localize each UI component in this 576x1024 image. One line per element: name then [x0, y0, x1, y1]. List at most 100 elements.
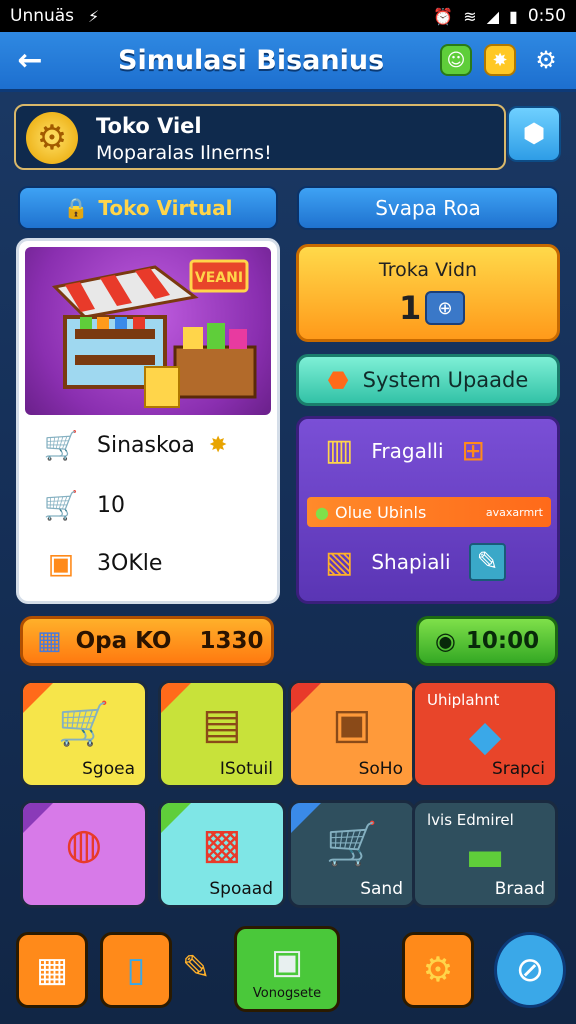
box-icon: ▧: [325, 544, 354, 580]
store-card[interactable]: VEANI 🛒 Sinaskoa ✸ 🛒 10 ▣ 3OKle: [16, 238, 280, 604]
tile-isotuil[interactable]: ▤ ISotuil: [158, 680, 286, 788]
info-banner: ⚙ Toko Viel Moparalas Ilnerns!: [14, 104, 506, 170]
boxes-icon: ▦: [37, 626, 62, 656]
tile-label: Spoaad: [209, 879, 273, 899]
panel-row: ▧ Shapiali ✎: [325, 543, 507, 581]
tile-label: Srapci: [491, 759, 545, 779]
tile-drum[interactable]: ◍: [20, 800, 148, 908]
settings-button[interactable]: ⚙: [402, 932, 474, 1008]
tile-sand[interactable]: 🛒 Sand: [288, 800, 416, 908]
gear-icon: ⚙: [26, 112, 78, 164]
tab-label: Toko Virtual: [98, 196, 233, 220]
tile-braad[interactable]: lvis Edmirel ▬ Braad: [412, 800, 558, 908]
timer-pill[interactable]: ◉ 10:00: [416, 616, 558, 666]
lock-icon: 🔒: [63, 196, 89, 220]
market-stall-icon: VEANI: [51, 259, 257, 408]
stats-value: 1: [399, 289, 422, 327]
inventory-button[interactable]: ▦: [16, 932, 88, 1008]
bar-right-label: avaxarmrt: [485, 505, 543, 519]
back-arrow-icon[interactable]: ←: [0, 43, 60, 78]
tile-soho[interactable]: ▣ SoHo: [288, 680, 416, 788]
tile-srapci[interactable]: Uhiplahnt ◆ Srapci: [412, 680, 558, 788]
register-icon: ⊕: [425, 291, 465, 325]
box-icon: ◆: [468, 711, 502, 760]
tile-top-label: lvis Edmirel: [427, 811, 514, 829]
phone-button[interactable]: ▯: [100, 932, 172, 1008]
profile-button[interactable]: ⬢: [507, 106, 561, 162]
drum-icon: ◍: [65, 819, 103, 868]
row-label: Shapiali: [371, 550, 451, 574]
list-item: 🛒 Sinaskoa ✸: [39, 429, 228, 462]
page-title: Simulasi Bisanius: [118, 45, 385, 76]
leaf-icon: ●: [315, 502, 329, 522]
bar-left-label: Olue Ubinls: [334, 502, 427, 522]
clock-time: 0:50: [527, 6, 566, 26]
crate-icon: ▣: [47, 547, 75, 580]
green-box-icon: ▬: [465, 831, 505, 880]
alarm-icon: ⏰: [433, 6, 454, 26]
wifi-icon: ≋: [463, 6, 477, 26]
cancel-button[interactable]: ⊘: [494, 932, 566, 1008]
button-label: System Upaade: [362, 368, 529, 392]
shop-label: Vonogsete: [252, 986, 322, 1001]
badge-icon: ⬢: [522, 119, 546, 149]
tile-top-label: Uhiplahnt: [427, 691, 500, 709]
tile-label: Sand: [360, 879, 403, 899]
no-entry-icon: ⊘: [515, 950, 545, 990]
fruit-crate-icon: ▩: [202, 819, 242, 868]
tab-toko-virtual[interactable]: 🔒 Toko Virtual: [18, 186, 278, 230]
tile-label: ISotuil: [219, 759, 273, 779]
progress-bar: ● Olue Ubinls avaxarmrt: [307, 497, 551, 527]
row-label: 10: [97, 493, 125, 518]
basket-icon: ▤: [202, 699, 242, 748]
panel-row: ▥ Fragalli ⊞: [325, 433, 485, 468]
tile-label: SoHo: [358, 759, 403, 779]
coin-icon: ✸: [208, 433, 228, 458]
battery-icon: ▮: [509, 6, 518, 26]
pill-label: Opa KO: [75, 628, 172, 654]
list-item: ▣ 3OKle: [39, 547, 163, 580]
phone-icon: ▯: [126, 950, 146, 990]
shopping-cart-icon: 🛒: [325, 819, 379, 868]
store-badge-icon[interactable]: ☺: [440, 44, 472, 76]
signal-icon: ⚡: [88, 6, 100, 26]
coins-pill[interactable]: ▦ Opa KO 1330: [20, 616, 274, 666]
cup-icon: ▥: [325, 433, 354, 468]
timer-value: 10:00: [465, 628, 540, 654]
tile-sgoea[interactable]: 🛒 Sgoea: [20, 680, 148, 788]
network-icon: ◢: [486, 6, 499, 26]
candy-icon: ◉: [434, 627, 456, 655]
potion-icon: ⬣: [327, 366, 349, 394]
crate-icon: ▣: [332, 699, 372, 748]
row-label: 3OKle: [97, 551, 163, 576]
tab-label: Svapa Roa: [375, 196, 481, 220]
row-label: Sinaskoa: [97, 433, 195, 458]
coin-icon[interactable]: ✸: [484, 44, 516, 76]
pill-value: 1330: [199, 628, 264, 654]
carrier-label: Unnuäs: [10, 6, 75, 26]
shopping-cart-icon: 🛒: [57, 699, 111, 748]
banner-title: Toko Viel: [96, 114, 202, 138]
pencil-icon: ✎: [182, 948, 211, 988]
purple-panel[interactable]: ▥ Fragalli ⊞ ● Olue Ubinls avaxarmrt ▧ S…: [296, 416, 560, 604]
register-icon: ▣: [270, 942, 304, 982]
stats-title: Troka Vidn: [378, 259, 478, 281]
system-upgrade-button[interactable]: ⬣ System Upaade: [296, 354, 560, 406]
shop-button[interactable]: ▣ Vonogsete: [234, 926, 340, 1012]
shopping-cart-icon: 🛒: [43, 489, 79, 522]
settings-icon[interactable]: ⚙: [530, 44, 562, 76]
gear-icon: ⚙: [422, 950, 454, 990]
package-icon: ▦: [35, 950, 69, 990]
row-label: Fragalli: [371, 438, 444, 463]
tile-label: Sgoea: [82, 759, 135, 779]
stats-panel[interactable]: Troka Vidn 1 ⊕: [296, 244, 560, 342]
tool-icon[interactable]: ✎: [468, 543, 507, 581]
tab-svapa-roa[interactable]: Svapa Roa: [297, 186, 559, 230]
banner-subtitle: Moparalas Ilnerns!: [96, 142, 272, 164]
tile-spoaad[interactable]: ▩ Spoaad: [158, 800, 286, 908]
tile-label: Braad: [494, 879, 545, 899]
list-item: 🛒 10: [39, 489, 125, 522]
status-bar: Unnuäs ⚡ ⏰ ≋ ◢ ▮ 0:50: [0, 0, 576, 32]
app-bar: ← Simulasi Bisanius ☺ ✸ ⚙: [0, 32, 576, 92]
shopping-cart-icon: 🛒: [43, 429, 79, 462]
